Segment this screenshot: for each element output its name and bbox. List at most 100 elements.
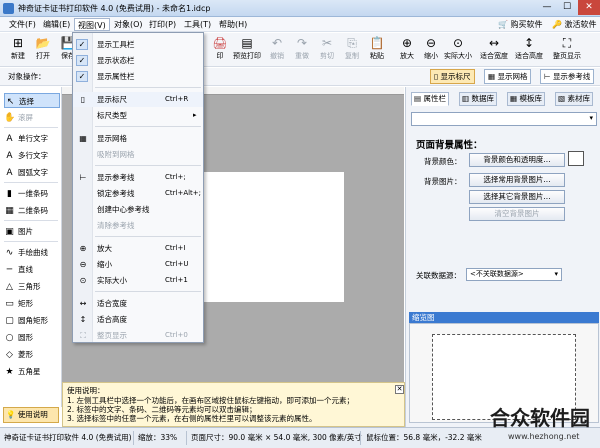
tool-select[interactable]: ↖ 选择 xyxy=(4,93,60,108)
object-selector[interactable]: ▾ xyxy=(411,112,597,126)
tab-templates[interactable]: ▦ 模板库 xyxy=(507,92,545,106)
usage-instructions-button[interactable]: 💡 使用说明 xyxy=(3,407,59,423)
menu-item-show-propertybar[interactable]: ✓ 显示属性栏 xyxy=(73,69,203,84)
tool-barcode[interactable]: ▮ 一维条码 xyxy=(4,186,48,201)
tab-materials[interactable]: ▧ 素材库 xyxy=(555,92,593,106)
label-page[interactable] xyxy=(200,172,344,302)
bg-color-swatch[interactable] xyxy=(568,151,584,166)
tab-database[interactable]: ▥ 数据库 xyxy=(459,92,497,106)
tool-circle[interactable]: ○ 圆形 xyxy=(4,330,33,345)
templates-icon: ▦ xyxy=(510,94,518,103)
title-bar: 神奇证卡证书打印软件 4.0 (免费试用) - 未命名1.idcp — ☐ ✕ xyxy=(0,0,600,17)
divider xyxy=(4,127,58,128)
status-page-size: 页面尺寸：90.0 毫米 × 54.0 毫米, 300 像素/英寸 xyxy=(191,433,362,442)
tool-freehand[interactable]: ∿ 手绘曲线 xyxy=(4,245,48,260)
menu-divider xyxy=(95,165,201,166)
fit-width-icon: ↔ xyxy=(79,299,87,308)
tool-multi-line-text[interactable]: A 多行文字 xyxy=(4,148,48,163)
menu-item-create-center-guides[interactable]: 创建中心参考线 xyxy=(73,202,203,217)
view-menu-dropdown: ✓ 显示工具栏 ✓ 显示状态栏 ✓ 显示属性栏 ▯ 显示标尺 Ctrl+R 标尺类型 ▸ ▦… xyxy=(72,32,204,343)
menu-edit[interactable]: 编辑(E) xyxy=(40,18,73,31)
grid-icon: ▦ xyxy=(488,72,496,81)
tool-triangle[interactable]: △ 三角形 xyxy=(4,279,40,294)
menu-print[interactable]: 打印(P) xyxy=(146,18,179,31)
tool-scroll[interactable]: ✋ 滚屏 xyxy=(4,110,33,125)
zoom-out-button[interactable]: ⊖ 缩小 xyxy=(416,35,446,65)
menu-item-show-toolbar[interactable]: ✓ 显示工具栏 xyxy=(73,37,203,52)
barcode-icon: ▮ xyxy=(7,189,12,199)
print-preview-button[interactable]: ▤ 预览打印 xyxy=(232,35,262,65)
tool-line[interactable]: ─ 直线 xyxy=(4,262,33,277)
maximize-button[interactable]: ☐ xyxy=(557,0,577,15)
help-close-button[interactable]: ✕ xyxy=(395,385,404,394)
common-bg-image-button[interactable]: 选择常用背景图片... xyxy=(469,173,565,187)
menu-help[interactable]: 帮助(H) xyxy=(216,18,250,31)
tool-arc-text[interactable]: A 圆弧文字 xyxy=(4,165,48,180)
close-button[interactable]: ✕ xyxy=(578,0,600,15)
fit-height-button[interactable]: ↕ 适合高度 xyxy=(514,35,544,65)
tool-star[interactable]: ★ 五角星 xyxy=(4,364,40,379)
tool-single-line-text[interactable]: A 单行文字 xyxy=(4,131,48,146)
tab-properties[interactable]: ▤ 属性栏 xyxy=(411,92,449,106)
show-grid-toggle[interactable]: ▦ 显示网格 xyxy=(484,69,532,84)
watermark-text: 合众软件园 xyxy=(490,406,590,430)
tool-qrcode[interactable]: ▦ 二维条码 xyxy=(4,203,48,218)
chevron-down-icon: ▾ xyxy=(554,270,558,278)
menu-file[interactable]: 文件(F) xyxy=(6,18,39,31)
menu-item-ruler-type[interactable]: 标尺类型 ▸ xyxy=(73,108,203,123)
tool-diamond[interactable]: ◇ 菱形 xyxy=(4,347,33,362)
menu-item-fit-height[interactable]: ↕ 适合高度 xyxy=(73,312,203,327)
menu-view[interactable]: 视图(V) xyxy=(74,18,110,31)
whole-page-button[interactable]: ⛶ 整页显示 xyxy=(552,35,582,65)
window-title: 神奇证卡证书打印软件 4.0 (免费试用) - 未命名1.idcp xyxy=(18,4,211,13)
menu-tools[interactable]: 工具(T) xyxy=(181,18,214,31)
printer-icon: 🖨 xyxy=(212,36,228,50)
clear-bg-image-button[interactable]: 清空背景图片 xyxy=(469,207,565,221)
ruler-icon: ▯ xyxy=(80,95,86,104)
buy-software-link[interactable]: 🛒 购买软件 xyxy=(498,18,543,31)
guides-icon: ⊢ xyxy=(544,72,551,81)
show-ruler-toggle[interactable]: ▯ 显示标尺 xyxy=(430,69,475,84)
check-icon: ✓ xyxy=(76,55,88,66)
guides-icon: ⊢ xyxy=(79,173,87,182)
menu-item-lock-guides[interactable]: 锁定参考线 Ctrl+Alt+; xyxy=(73,186,203,201)
lightbulb-icon: 💡 xyxy=(6,410,16,419)
tool-rectangle[interactable]: ▭ 矩形 xyxy=(4,296,33,311)
print-button[interactable]: 🖨 印 xyxy=(205,35,235,65)
zoom-out-icon: ⊖ xyxy=(79,260,87,269)
menu-item-show-grid[interactable]: ▦ 显示网格 xyxy=(73,131,203,146)
other-bg-image-button[interactable]: 选择其它背景图片... xyxy=(469,190,565,204)
menu-item-snap-to-grid[interactable]: 吸附到网格 xyxy=(73,147,203,162)
fit-height-icon: ↕ xyxy=(79,315,87,324)
menu-item-show-ruler[interactable]: ▯ 显示标尺 Ctrl+R xyxy=(73,92,203,107)
watermark: 合众软件园 www.hezhong.net xyxy=(488,400,600,448)
menu-item-clear-guides[interactable]: 清除参考线 xyxy=(73,218,203,233)
bg-image-label: 背景图片： xyxy=(424,177,462,186)
menu-item-show-statusbar[interactable]: ✓ 显示状态栏 xyxy=(73,53,203,68)
folder-icon: 📂 xyxy=(35,36,51,50)
menu-item-whole-page[interactable]: ⛶ 整页显示 Ctrl+0 xyxy=(73,328,203,343)
fit-width-button[interactable]: ↔ 适合宽度 xyxy=(479,35,509,65)
menu-item-actual-size[interactable]: ⊙ 实际大小 Ctrl+1 xyxy=(73,273,203,288)
thumbnail-header: 缩览图 xyxy=(409,312,599,323)
status-divider xyxy=(360,431,361,445)
tool-image[interactable]: ▣ 图片 xyxy=(4,224,33,239)
paste-button[interactable]: 📋 粘贴 xyxy=(362,35,392,65)
grid-icon: ▦ xyxy=(79,134,87,143)
activate-software-link[interactable]: 🔑 激活软件 xyxy=(552,18,597,31)
clipboard-icon: 📋 xyxy=(369,36,385,50)
freehand-icon: ∿ xyxy=(5,248,14,258)
menu-object[interactable]: 对象(O) xyxy=(111,18,146,31)
show-guides-toggle[interactable]: ⊢ 显示参考线 xyxy=(540,69,595,84)
assoc-datasource-select[interactable]: <不关联数据源> ▾ xyxy=(466,268,562,281)
fit-width-icon: ↔ xyxy=(488,36,500,50)
menu-item-fit-width[interactable]: ↔ 适合宽度 xyxy=(73,296,203,311)
menu-item-zoom-in[interactable]: ⊕ 放大 Ctrl+I xyxy=(73,241,203,256)
minimize-button[interactable]: — xyxy=(537,0,557,15)
tool-rounded-rectangle[interactable]: ▢ 圆角矩形 xyxy=(4,313,48,328)
bg-color-button[interactable]: 背景颜色和透明度... xyxy=(469,153,565,167)
actual-size-button[interactable]: ⊙ 实际大小 xyxy=(443,35,473,65)
menu-item-zoom-out[interactable]: ⊖ 缩小 Ctrl+U xyxy=(73,257,203,272)
menu-item-show-guides[interactable]: ⊢ 显示参考线 Ctrl+; xyxy=(73,170,203,185)
page-bg-properties-title: 页面背景属性： xyxy=(416,140,483,151)
